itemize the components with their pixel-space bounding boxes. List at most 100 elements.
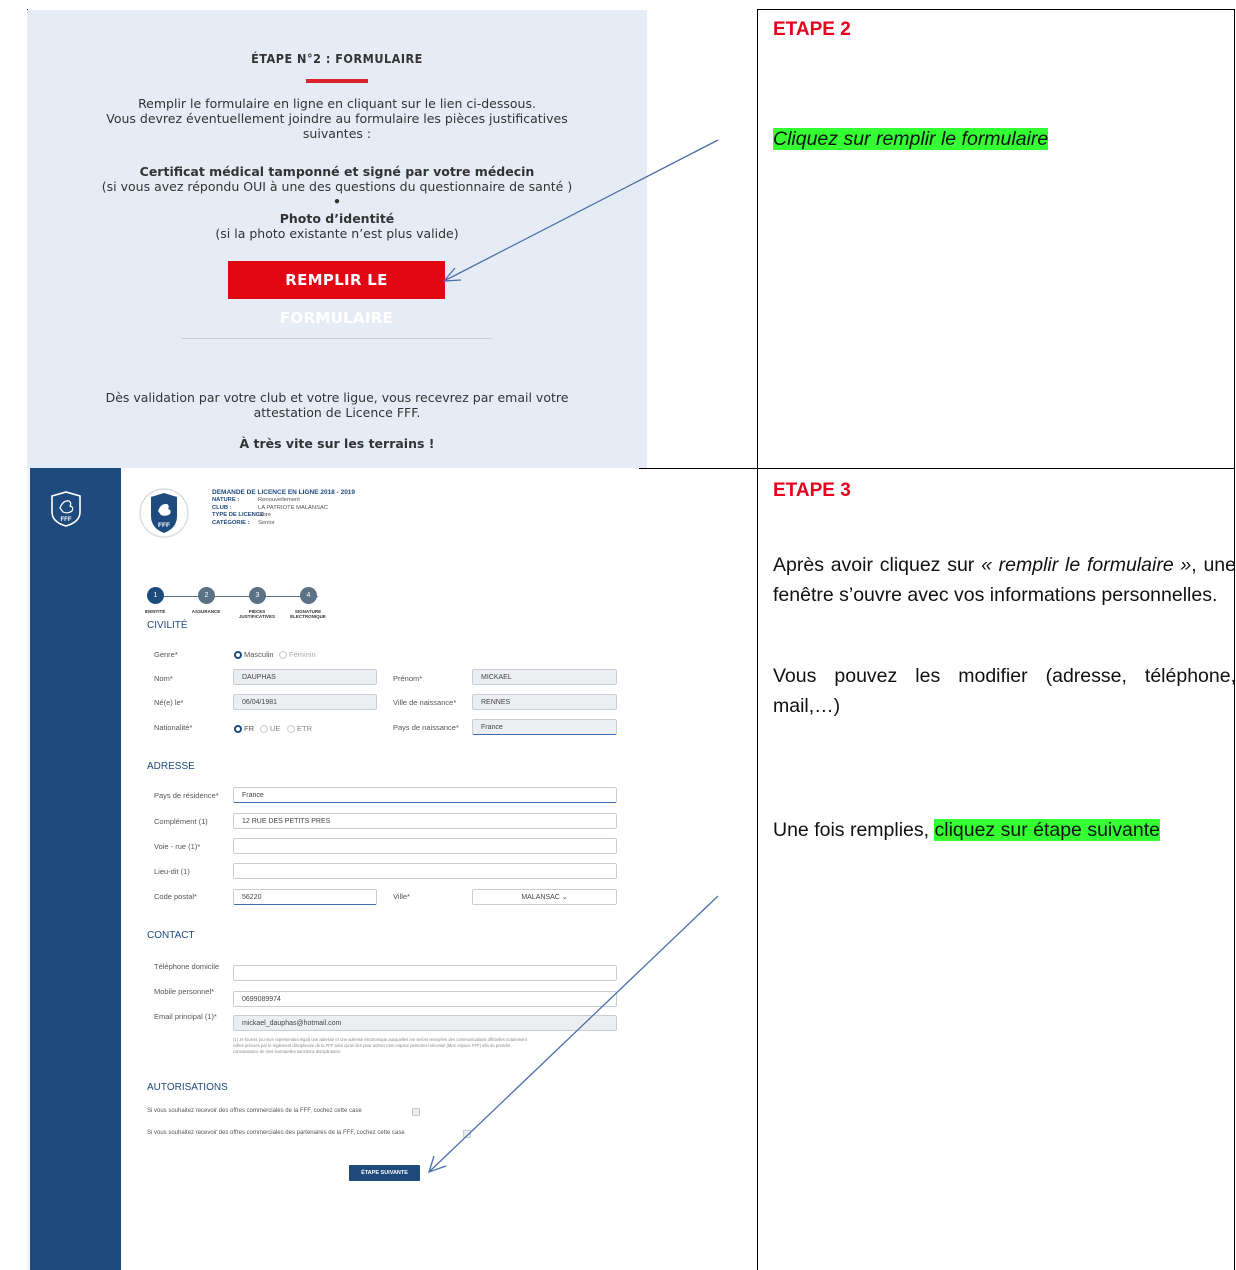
intro-line-1: Remplir le formulaire en ligne en cliqua…	[138, 96, 536, 111]
step-4-signature[interactable]: 4	[300, 587, 317, 604]
ville-naissance-field[interactable]: RENNES	[472, 694, 617, 710]
licence-meta-row: NATURE : Renouvellement	[212, 497, 300, 503]
nom-field[interactable]: DAUPHAS	[233, 669, 377, 685]
step3-paragraph-3: Une fois remplies, cliquez sur étape sui…	[773, 815, 1236, 845]
fill-form-button[interactable]: REMPLIR LE FORMULAIRE	[228, 261, 445, 327]
mobile-field[interactable]: 0699089974	[233, 991, 617, 1007]
nationalite-ue-label: UE	[270, 724, 281, 733]
doc2-title: Photo d’identité	[279, 211, 395, 226]
section-autorisations: AUTORISATIONS	[147, 1082, 228, 1093]
footer-line-1: Dès validation par votre club et votre l…	[105, 390, 569, 405]
genre-feminin-radio[interactable]	[279, 651, 287, 659]
table-top-border	[757, 9, 1235, 10]
licence-meta-key: TYPE DE LICENCE :	[212, 512, 268, 518]
nationalite-fr-label: FR	[244, 724, 254, 733]
auth-fff-checkbox[interactable]	[412, 1108, 420, 1116]
voie-rue-field[interactable]	[233, 838, 617, 854]
licence-meta-value: Libre	[258, 512, 271, 518]
pays-naissance-field[interactable]: France	[472, 719, 617, 735]
nationalite-fr-radio[interactable]	[234, 725, 242, 733]
genre-label: Genre*	[154, 650, 178, 659]
ville-label: Ville*	[393, 892, 410, 901]
licence-request-title: DEMANDE DE LICENCE EN LIGNE 2018 - 2019	[212, 489, 356, 496]
step3-paragraph-1: Après avoir cliquez sur « remplir le for…	[773, 550, 1236, 610]
lieu-dit-field[interactable]	[233, 863, 617, 879]
genre-masculin-label: Masculin	[244, 650, 274, 659]
nationalite-etr-label: ETR	[297, 724, 312, 733]
email-label: Email principal (1)*	[154, 1012, 217, 1021]
step-1-identite[interactable]: 1	[147, 587, 164, 604]
step-3-pieces[interactable]: 3	[249, 587, 266, 604]
licence-meta-key: CLUB :	[212, 504, 232, 511]
step2-screenshot-panel: ÉTAPE N°2 : FORMULAIRE Remplir le formul…	[27, 10, 647, 468]
step3-p3-highlight: cliquez sur étape suivante	[934, 819, 1160, 841]
step3-p3-start: Une fois remplies,	[773, 819, 935, 841]
intro-line-2: Vous devrez éventuellement joindre au fo…	[106, 111, 568, 126]
step3-p1-start: Après avoir cliquez sur	[773, 554, 982, 576]
genre-feminin-label: Féminin	[289, 650, 316, 659]
telephone-domicile-field[interactable]	[233, 965, 617, 981]
doc2-note: (si la photo existante n’est plus valide…	[215, 226, 459, 241]
genre-masculin-radio[interactable]	[234, 651, 242, 659]
step-2-assurance[interactable]: 2	[198, 587, 215, 604]
auth-partners-label: Si vous souhaitez recevoir des offres co…	[147, 1130, 405, 1136]
table-right-border	[1234, 9, 1235, 1270]
step2-instruction-highlight: Cliquez sur remplir le formulaire	[773, 128, 1049, 150]
auth-fff-label: Si vous souhaitez recevoir des offres co…	[147, 1108, 362, 1114]
table-middle-border	[757, 9, 758, 1270]
ville-select[interactable]: MALANSAC ⌄	[472, 889, 617, 905]
date-naissance-field[interactable]: 06/04/1981	[233, 694, 377, 710]
complement-field[interactable]: 12 RUE DES PETITS PRES	[233, 813, 617, 829]
code-postal-field[interactable]: 56220	[233, 889, 377, 905]
doc1-title: Certificat médical tamponné et signé par…	[139, 164, 535, 179]
ville-naissance-label: Ville de naissance*	[393, 698, 457, 707]
step3-heading: ETAPE 3	[773, 480, 851, 501]
title-underline	[306, 79, 368, 83]
step3-screenshot-panel: FFF FFF DEMANDE DE LICENCE EN LIGNE 2018…	[27, 468, 639, 1270]
pays-residence-field[interactable]: France	[233, 787, 617, 803]
licence-meta-row: TYPE DE LICENCE :Libre	[212, 512, 271, 518]
step-3-label: PIÈCES JUSTIFICATIVES	[239, 609, 275, 619]
fff-shield-icon: FFF	[51, 491, 81, 527]
email-field[interactable]: mickael_dauphas@hotmail.com	[233, 1015, 617, 1031]
telephone-domicile-label: Téléphone domicile	[154, 962, 220, 971]
nationalite-ue-radio[interactable]	[260, 725, 268, 733]
next-step-button[interactable]: ÉTAPE SUIVANTE	[349, 1165, 420, 1181]
step2-instruction: Cliquez sur remplir le formulaire	[773, 124, 1049, 154]
section-contact: CONTACT	[147, 930, 195, 941]
step3-paragraph-2: Vous pouvez les modifier (adresse, télép…	[773, 665, 1236, 717]
licence-meta-key: NATURE :	[212, 497, 240, 503]
code-postal-label: Code postal*	[154, 892, 197, 901]
nationalite-label: Nationalité*	[154, 723, 193, 732]
svg-text:FFF: FFF	[61, 517, 72, 523]
panel-title: ÉTAPE N°2 : FORMULAIRE	[251, 51, 423, 66]
step-4-label: SIGNATURE ÉLECTRONIQUE	[290, 609, 326, 619]
licence-meta-value: Senior	[258, 519, 275, 526]
bullet-separator: •	[333, 194, 341, 209]
form-sidebar: FFF	[30, 468, 121, 1270]
panel-divider	[182, 338, 492, 339]
auth-partners-checkbox[interactable]	[463, 1130, 471, 1138]
closing-text: À très vite sur les terrains !	[239, 436, 435, 451]
licence-meta-value: Renouvellement	[258, 497, 300, 503]
pays-naissance-label: Pays de naissance*	[393, 723, 459, 732]
section-civilite: CIVILITÉ	[147, 620, 188, 631]
nom-label: Nom*	[154, 674, 173, 683]
step-2-label: ASSURANCE	[191, 609, 221, 614]
footer-line-2: attestation de Licence FFF.	[253, 405, 421, 420]
section-adresse: ADRESSE	[147, 761, 195, 772]
prenom-label: Prénom*	[393, 674, 423, 683]
pays-residence-label: Pays de résidence*	[154, 791, 219, 800]
step2-heading: ETAPE 2	[773, 19, 851, 40]
complement-label: Complément (1)	[154, 817, 208, 826]
stepper-line	[155, 596, 318, 597]
prenom-field[interactable]: MICKAEL	[472, 669, 617, 685]
step-1-label: IDENTITÉ	[144, 609, 166, 614]
doc1-note: (si vous avez répondu OUI à une des ques…	[101, 179, 573, 194]
licence-meta-value: LA PATRIOTE MALANSAC	[258, 504, 329, 511]
nationalite-etr-radio[interactable]	[287, 725, 295, 733]
date-naissance-label: Né(e) le*	[154, 698, 184, 707]
step3-p1-emphasis: « remplir le formulaire »	[981, 554, 1192, 576]
licence-meta-row: CATÉGORIE : Senior	[212, 520, 275, 526]
lieu-dit-label: Lieu-dit (1)	[154, 867, 190, 876]
